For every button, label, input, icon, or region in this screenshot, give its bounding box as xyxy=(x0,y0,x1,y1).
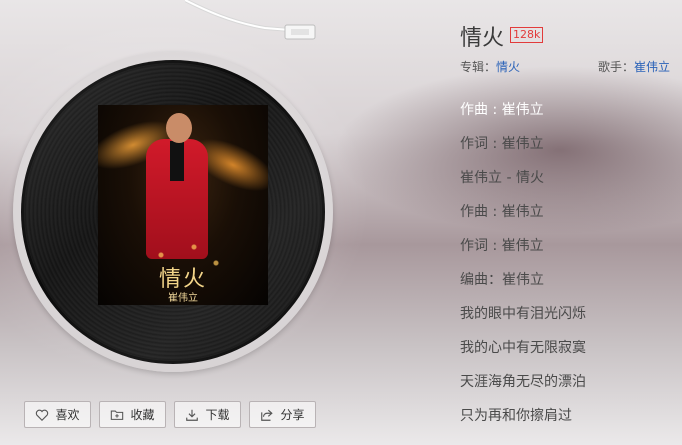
artist-link[interactable]: 崔伟立 xyxy=(634,60,670,74)
action-bar: 喜欢 收藏 下载 分享 xyxy=(24,401,316,428)
lyric-line: 只为再和你擦肩过 xyxy=(460,408,572,424)
lyric-line: 作曲 : 崔伟立 xyxy=(460,204,544,220)
lyric-line-active: 作曲 : 崔伟立 xyxy=(460,102,544,118)
download-button[interactable]: 下载 xyxy=(174,401,241,428)
lyric-line: 作词 : 崔伟立 xyxy=(460,136,544,152)
album-cover: 情火 崔伟立 xyxy=(98,105,268,305)
album-info: 专辑：情火 xyxy=(460,58,520,75)
download-label: 下载 xyxy=(205,408,230,422)
lyric-line: 编曲：崔伟立 xyxy=(460,272,544,288)
song-title: 情火 xyxy=(460,26,505,51)
lyric-line: 天涯海角无尽的漂泊 xyxy=(460,374,586,390)
like-label: 喜欢 xyxy=(55,408,80,422)
artist-info: 歌手：崔伟立 xyxy=(598,58,670,75)
collect-button[interactable]: 收藏 xyxy=(99,401,166,428)
lyric-line: 作词 : 崔伟立 xyxy=(460,238,544,254)
artist-label: 歌手： xyxy=(598,60,635,74)
heart-icon xyxy=(36,409,49,421)
tonearm xyxy=(185,0,316,40)
player-page: 情火 崔伟立 情火 128k 专辑：情火 歌手：崔伟立 作曲 : 崔伟立 作词 … xyxy=(0,0,682,445)
quality-badge[interactable]: 128k xyxy=(510,27,544,43)
download-icon xyxy=(186,409,199,421)
lyrics-panel: 作曲 : 崔伟立 作词 : 崔伟立 崔伟立 - 情火 作曲 : 崔伟立 作词 :… xyxy=(460,98,680,438)
lyric-line: 我的心中有无限寂寞 xyxy=(460,340,586,356)
album-link[interactable]: 情火 xyxy=(496,60,520,74)
like-button[interactable]: 喜欢 xyxy=(24,401,91,428)
lyric-line: 我的眼中有泪光闪烁 xyxy=(460,306,586,322)
collect-label: 收藏 xyxy=(130,408,155,422)
add-folder-icon xyxy=(111,410,124,420)
share-icon xyxy=(261,409,274,421)
cover-artist: 崔伟立 xyxy=(168,293,198,304)
album-label: 专辑： xyxy=(460,60,497,74)
share-button[interactable]: 分享 xyxy=(249,401,316,428)
share-label: 分享 xyxy=(280,408,305,422)
lyric-line: 崔伟立 - 情火 xyxy=(460,170,544,186)
